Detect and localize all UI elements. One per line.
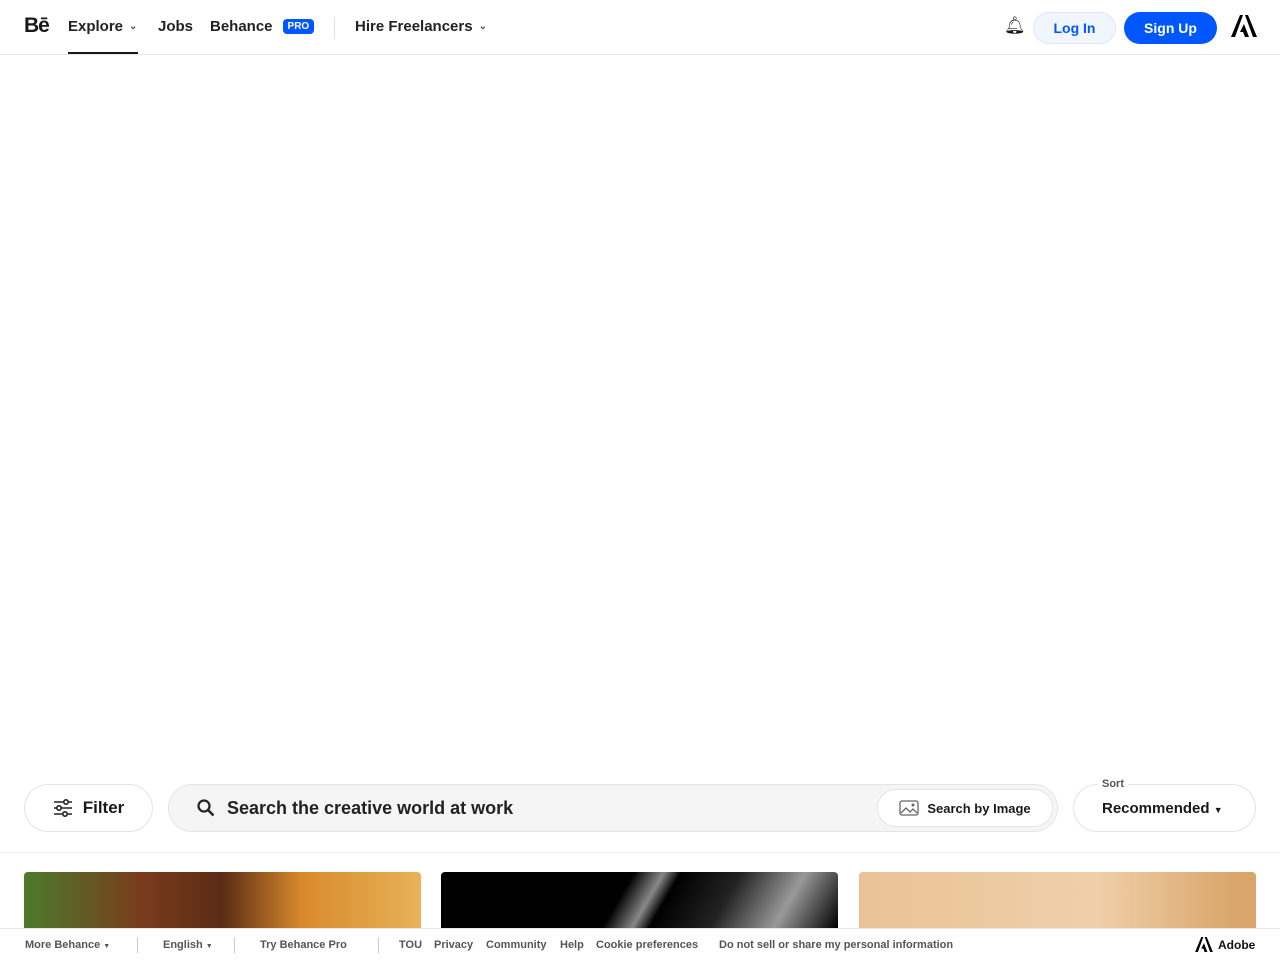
caret-down-icon: ▼ bbox=[1213, 805, 1223, 815]
more-label: More Behance bbox=[25, 939, 101, 951]
behance-label: Behance bbox=[210, 18, 273, 35]
chevron-down-icon: ⌄ bbox=[129, 21, 138, 32]
caret-down-icon: ▼ bbox=[205, 943, 213, 950]
chevron-down-icon: ⌄ bbox=[478, 21, 487, 32]
search-input[interactable]: Search the creative world at work Search… bbox=[168, 784, 1058, 832]
sort-value-text: Recommended bbox=[1102, 800, 1210, 817]
hire-label: Hire Freelancers bbox=[355, 18, 473, 35]
footer-link-cookie-preferences[interactable]: Cookie preferences bbox=[596, 939, 698, 951]
adobe-footer-link[interactable]: Adobe bbox=[1195, 937, 1255, 952]
behance-logo[interactable]: Bē bbox=[24, 14, 50, 38]
active-tab-indicator bbox=[68, 52, 138, 54]
nav-hire-freelancers[interactable]: Hire Freelancers ⌄ bbox=[355, 18, 487, 35]
explore-label: Explore bbox=[68, 18, 124, 35]
footer-divider bbox=[378, 937, 379, 953]
pro-badge: PRO bbox=[282, 19, 315, 34]
footer-link-tou[interactable]: TOU bbox=[399, 939, 422, 951]
adobe-label: Adobe bbox=[1218, 937, 1256, 952]
language-label: English bbox=[163, 939, 203, 951]
footer-link-help[interactable]: Help bbox=[560, 939, 584, 951]
sort-value: Recommended ▼ bbox=[1102, 800, 1223, 817]
adobe-logo-icon[interactable] bbox=[1231, 15, 1257, 43]
sort-label: Sort bbox=[1098, 778, 1128, 790]
footer: More Behance ▼ English ▼ Try Behance Pro… bbox=[0, 928, 1280, 960]
try-behance-pro-link[interactable]: Try Behance Pro bbox=[260, 939, 347, 951]
project-thumbnail[interactable] bbox=[859, 872, 1256, 928]
search-by-image-button[interactable]: Search by Image bbox=[877, 789, 1053, 827]
login-button[interactable]: Log In bbox=[1033, 12, 1116, 44]
search-by-image-label: Search by Image bbox=[927, 800, 1031, 816]
project-thumbnail[interactable] bbox=[24, 872, 421, 928]
filter-button[interactable]: Filter bbox=[24, 784, 153, 832]
footer-divider bbox=[234, 937, 235, 953]
nav-behance-pro[interactable]: Behance PRO bbox=[210, 18, 315, 35]
filter-label: Filter bbox=[82, 798, 125, 817]
sort-dropdown[interactable]: Sort Recommended ▼ bbox=[1073, 778, 1256, 832]
adobe-logo-icon bbox=[1195, 937, 1213, 952]
footer-link-privacy[interactable]: Privacy bbox=[434, 939, 473, 951]
nav-jobs[interactable]: Jobs bbox=[158, 18, 193, 35]
caret-down-icon: ▼ bbox=[103, 943, 111, 950]
signup-button[interactable]: Sign Up bbox=[1124, 12, 1217, 44]
top-nav: Bē Explore ⌄ Jobs Behance PRO Hire Freelan… bbox=[0, 0, 1280, 55]
search-placeholder: Search the creative world at work bbox=[227, 797, 514, 818]
footer-link-do-not-sell[interactable]: Do not sell or share my personal informa… bbox=[719, 939, 953, 951]
footer-divider bbox=[137, 937, 138, 953]
image-icon bbox=[899, 800, 919, 816]
language-dropdown[interactable]: English ▼ bbox=[163, 939, 213, 951]
more-behance-dropdown[interactable]: More Behance ▼ bbox=[25, 939, 110, 951]
nav-explore[interactable]: Explore ⌄ bbox=[68, 18, 137, 35]
divider bbox=[0, 852, 1280, 853]
sliders-icon bbox=[53, 799, 72, 817]
project-thumbnail[interactable] bbox=[441, 872, 838, 928]
nav-divider bbox=[334, 17, 335, 39]
footer-link-community[interactable]: Community bbox=[486, 939, 547, 951]
search-icon bbox=[197, 799, 215, 817]
bell-icon[interactable]: 🔔︎ bbox=[1004, 16, 1026, 36]
